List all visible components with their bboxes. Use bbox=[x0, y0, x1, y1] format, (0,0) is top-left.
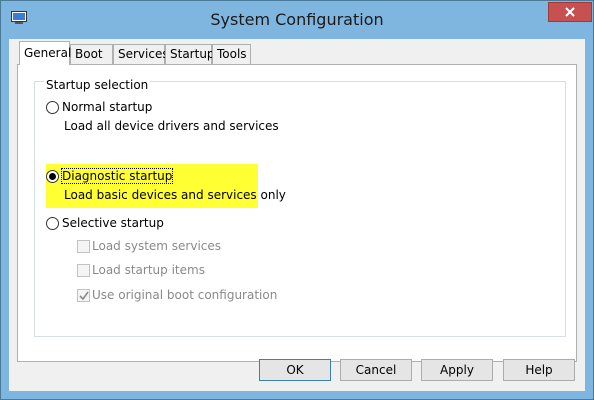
use-original-boot-config-checkbox[interactable] bbox=[77, 289, 90, 302]
diagnostic-startup-label[interactable]: Diagnostic startup bbox=[60, 168, 174, 184]
close-button[interactable] bbox=[548, 2, 592, 22]
normal-startup-label[interactable]: Normal startup bbox=[62, 100, 152, 114]
selective-startup-label[interactable]: Selective startup bbox=[62, 216, 164, 230]
load-system-services-label: Load system services bbox=[92, 239, 222, 253]
normal-startup-description: Load all device drivers and services bbox=[64, 119, 279, 133]
window-title: System Configuration bbox=[210, 10, 384, 29]
general-tab-panel: Startup selection Normal startup Load al… bbox=[17, 64, 577, 362]
dialog-body: General Boot Services Startup Tools Star… bbox=[9, 39, 585, 391]
apply-button[interactable]: Apply bbox=[421, 359, 493, 381]
tab-services[interactable]: Services bbox=[113, 44, 169, 64]
system-configuration-window: System Configuration General Boot Servic… bbox=[0, 0, 594, 400]
title-bar[interactable]: System Configuration bbox=[1, 1, 593, 39]
normal-startup-radio[interactable] bbox=[46, 101, 59, 114]
tab-tools[interactable]: Tools bbox=[212, 44, 251, 64]
tab-startup[interactable]: Startup bbox=[165, 44, 215, 64]
load-startup-items-checkbox[interactable] bbox=[77, 264, 90, 277]
cancel-button[interactable]: Cancel bbox=[340, 359, 412, 381]
tab-general[interactable]: General bbox=[19, 41, 71, 65]
close-icon bbox=[549, 7, 591, 24]
diagnostic-startup-radio[interactable] bbox=[46, 170, 59, 183]
use-original-boot-config-label: Use original boot configuration bbox=[92, 288, 278, 302]
diagnostic-startup-description: Load basic devices and services only bbox=[64, 188, 286, 202]
help-button[interactable]: Help bbox=[503, 359, 575, 381]
ok-button[interactable]: OK bbox=[259, 359, 331, 381]
tab-boot[interactable]: Boot bbox=[70, 44, 113, 64]
selective-startup-radio[interactable] bbox=[46, 217, 59, 230]
startup-selection-label: Startup selection bbox=[44, 78, 151, 92]
load-system-services-checkbox[interactable] bbox=[77, 240, 90, 253]
load-startup-items-label: Load startup items bbox=[92, 263, 205, 277]
radio-selected-dot bbox=[49, 173, 56, 180]
